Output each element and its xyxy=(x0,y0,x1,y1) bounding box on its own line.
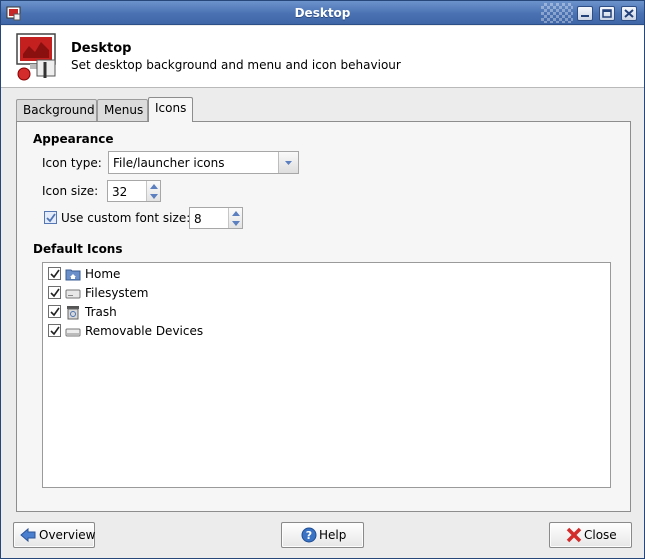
close-button-label: Close xyxy=(584,528,617,542)
checkmark-icon xyxy=(50,269,60,279)
minimize-icon xyxy=(581,15,589,17)
help-button[interactable]: ? Help xyxy=(281,522,364,548)
desktop-settings-icon xyxy=(16,33,56,81)
tab-menus[interactable]: Menus xyxy=(97,99,148,121)
checkmark-icon xyxy=(50,326,60,336)
tab-icons[interactable]: Icons xyxy=(148,97,193,122)
trash-checkbox[interactable] xyxy=(48,305,61,318)
arrow-left-icon xyxy=(20,527,36,543)
dialog-title: Desktop xyxy=(71,41,132,56)
arrow-down-icon xyxy=(150,194,158,199)
list-item[interactable]: Trash xyxy=(48,303,248,322)
title-bar[interactable]: Desktop xyxy=(1,1,644,25)
svg-text:?: ? xyxy=(306,529,312,542)
close-icon xyxy=(624,9,634,18)
drive-icon xyxy=(65,289,81,299)
list-item-label: Filesystem xyxy=(85,286,149,300)
dropdown-arrow[interactable] xyxy=(278,152,298,173)
spin-down-button[interactable] xyxy=(147,191,160,201)
spin-up-button[interactable] xyxy=(229,208,242,218)
home-folder-icon xyxy=(65,269,81,281)
home-checkbox[interactable] xyxy=(48,267,61,280)
close-window-button[interactable] xyxy=(621,6,637,21)
minimize-button[interactable] xyxy=(577,6,593,21)
icon-size-spin-buttons[interactable] xyxy=(146,181,160,201)
dialog-header: Desktop Set desktop background and menu … xyxy=(1,26,644,88)
icon-size-spinner[interactable]: 32 xyxy=(107,180,161,202)
maximize-icon xyxy=(602,9,612,18)
dialog-subtitle: Set desktop background and menu and icon… xyxy=(71,58,401,72)
window-title: Desktop xyxy=(294,6,351,20)
close-button[interactable]: Close xyxy=(549,522,632,548)
arrow-down-icon xyxy=(232,221,240,226)
icon-type-value: File/launcher icons xyxy=(113,156,225,170)
icon-size-label: Icon size: xyxy=(42,184,99,198)
icon-type-dropdown[interactable]: File/launcher icons xyxy=(108,151,299,174)
font-size-spin-buttons[interactable] xyxy=(228,208,242,228)
removable-drive-icon xyxy=(65,328,81,337)
chevron-down-icon xyxy=(285,161,292,165)
icon-type-label: Icon type: xyxy=(42,156,102,170)
font-size-spinner[interactable]: 8 xyxy=(189,207,243,229)
list-item[interactable]: Home xyxy=(48,265,248,284)
maximize-button[interactable] xyxy=(599,6,615,21)
spin-down-button[interactable] xyxy=(229,218,242,228)
custom-font-checkbox[interactable] xyxy=(44,211,57,224)
help-button-label: Help xyxy=(319,528,347,542)
list-item[interactable]: Filesystem xyxy=(48,284,248,303)
tab-background[interactable]: Background xyxy=(16,99,97,121)
removable-devices-checkbox[interactable] xyxy=(48,324,61,337)
list-item-label: Removable Devices xyxy=(85,324,204,338)
appearance-heading: Appearance xyxy=(33,132,114,146)
arrow-up-icon xyxy=(150,184,158,189)
settings-window: Desktop Desktop Set desktop background a… xyxy=(0,0,645,559)
list-item-label: Home xyxy=(85,267,121,281)
filesystem-checkbox[interactable] xyxy=(48,286,61,299)
checkmark-icon xyxy=(46,213,56,223)
checkmark-icon xyxy=(50,288,60,298)
icon-size-value: 32 xyxy=(112,185,128,199)
custom-font-label[interactable]: Use custom font size: xyxy=(61,211,190,225)
checkmark-icon xyxy=(50,307,60,317)
close-icon xyxy=(566,527,582,543)
list-item[interactable]: Removable Devices xyxy=(48,322,248,341)
overview-button-label: Overview xyxy=(39,528,96,542)
default-icons-list[interactable]: Home Filesystem Trash Removable Devices xyxy=(42,262,611,488)
font-size-value: 8 xyxy=(194,212,202,226)
trash-icon xyxy=(67,306,79,320)
help-icon: ? xyxy=(301,527,317,543)
arrow-up-icon xyxy=(232,211,240,216)
overview-button[interactable]: Overview xyxy=(13,522,96,548)
default-icons-heading: Default Icons xyxy=(33,242,123,256)
spin-up-button[interactable] xyxy=(147,181,160,191)
list-item-label: Trash xyxy=(85,305,117,319)
